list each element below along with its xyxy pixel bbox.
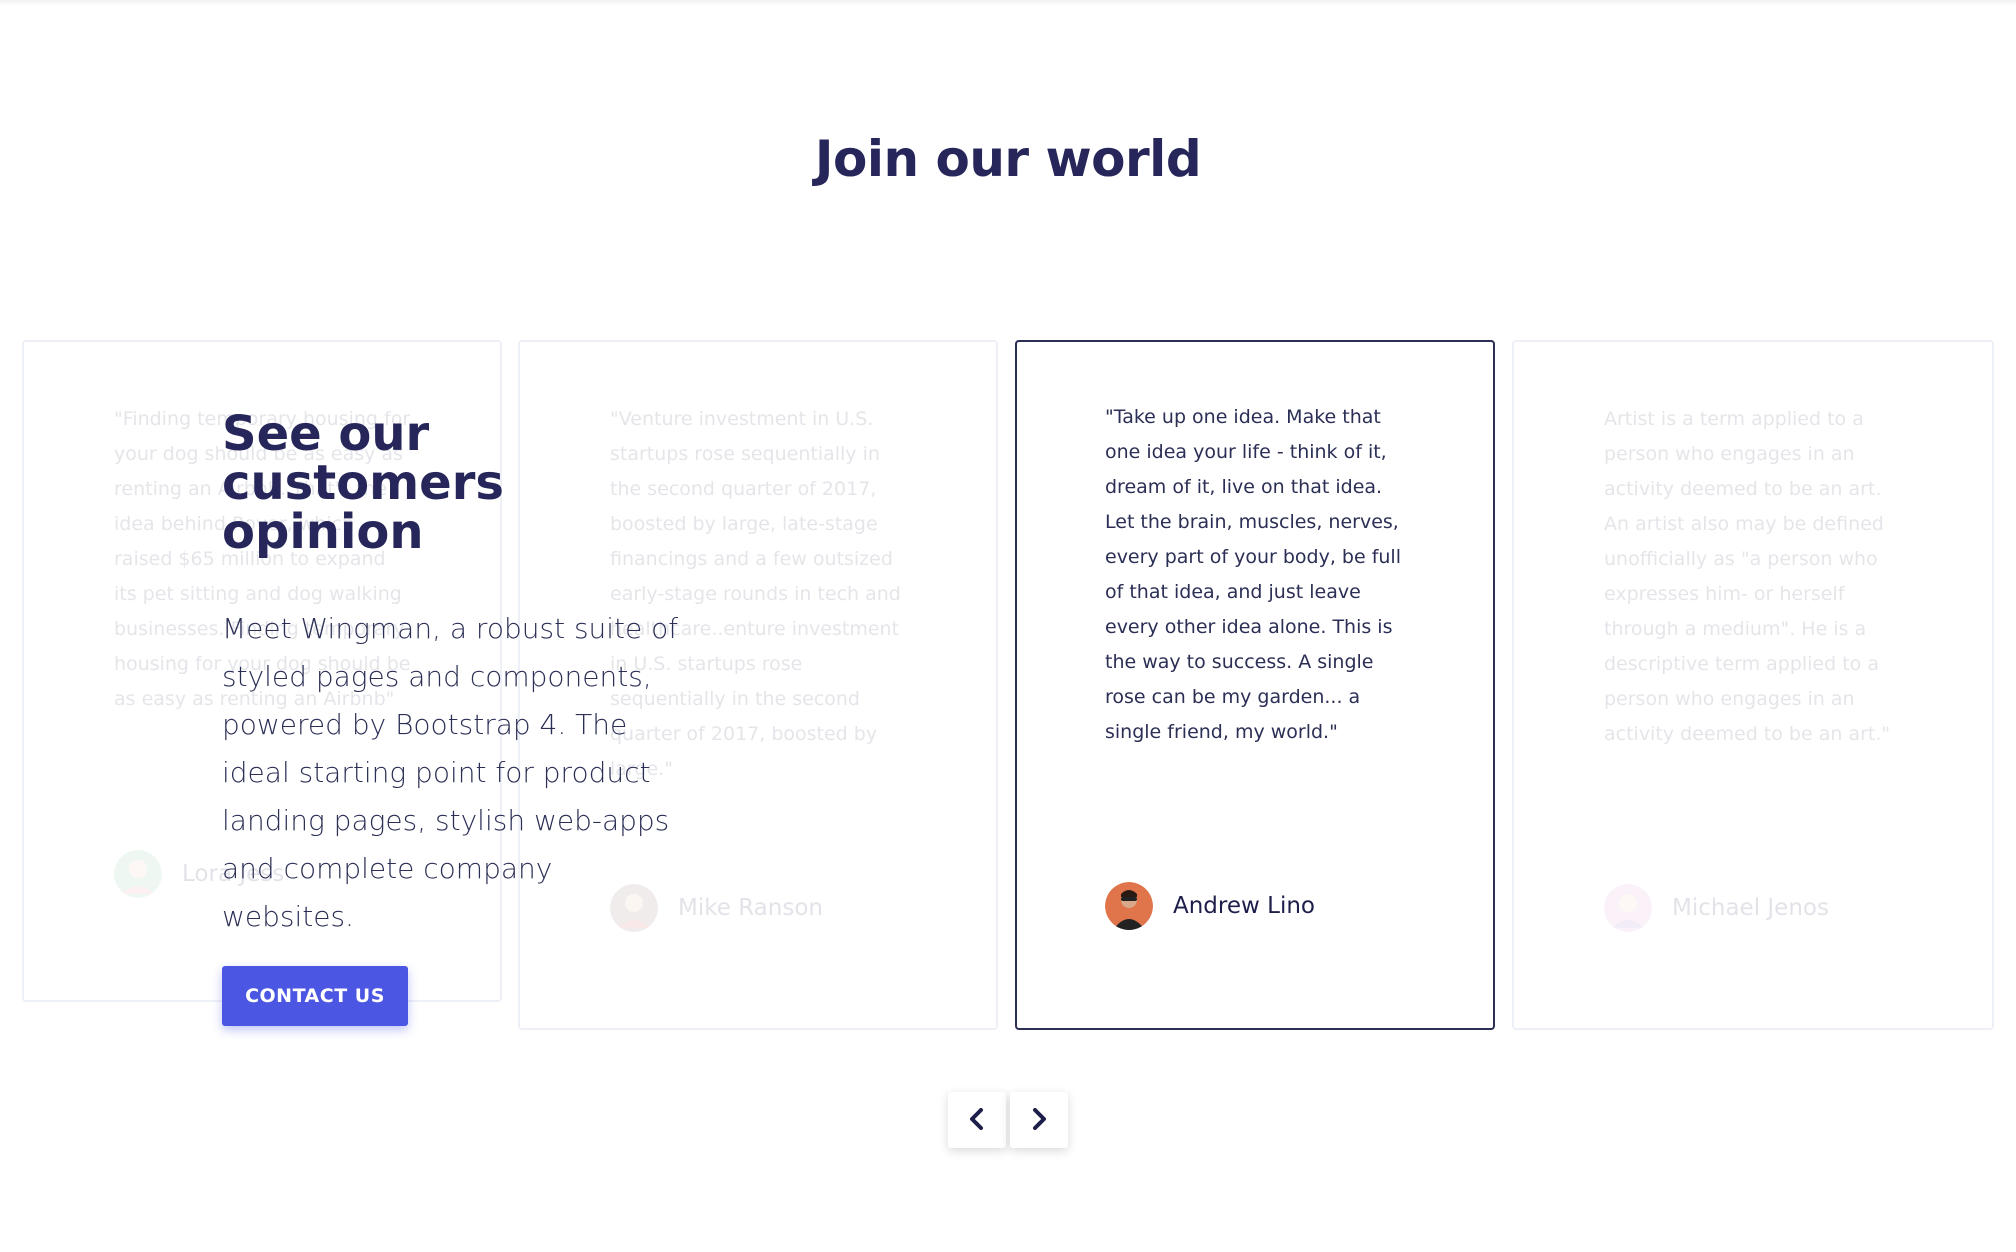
avatar bbox=[1604, 884, 1652, 932]
testimonial-body: "Take up one idea. Make that one idea yo… bbox=[1105, 400, 1405, 750]
testimonial-card[interactable]: Artist is a term applied to a person who… bbox=[1512, 340, 1994, 1030]
contact-us-button[interactable]: CONTACT US bbox=[222, 966, 408, 1026]
customers-opinion-overlay: See our customers opinion Meet Wingman, … bbox=[222, 410, 692, 941]
carousel-prev-button[interactable] bbox=[948, 1092, 1006, 1148]
author-name: Andrew Lino bbox=[1173, 893, 1315, 919]
overlay-description: Meet Wingman, a robust suite of styled p… bbox=[222, 612, 679, 933]
testimonial-quote: "Take up one idea. Make that one idea yo… bbox=[1105, 406, 1401, 743]
carousel-nav bbox=[948, 1092, 1068, 1148]
testimonial-author: Michael Jenos bbox=[1604, 884, 1829, 932]
testimonial-body: Artist is a term applied to a person who… bbox=[1604, 402, 1904, 752]
avatar bbox=[114, 850, 162, 898]
chevron-right-icon bbox=[1029, 1107, 1049, 1133]
testimonial-author: Andrew Lino bbox=[1105, 882, 1315, 930]
overlay-title: See our customers opinion bbox=[222, 406, 504, 560]
avatar bbox=[1105, 882, 1153, 930]
author-name: Mike Ranson bbox=[678, 895, 823, 921]
testimonial-quote: Artist is a term applied to a person who… bbox=[1604, 408, 1891, 745]
author-name: Michael Jenos bbox=[1672, 895, 1829, 921]
section-title: Join our world bbox=[814, 130, 1202, 188]
top-shadow bbox=[0, 0, 2016, 6]
testimonial-card-active[interactable]: "Take up one idea. Make that one idea yo… bbox=[1015, 340, 1495, 1030]
chevron-left-icon bbox=[967, 1107, 987, 1133]
carousel-next-button[interactable] bbox=[1010, 1092, 1068, 1148]
